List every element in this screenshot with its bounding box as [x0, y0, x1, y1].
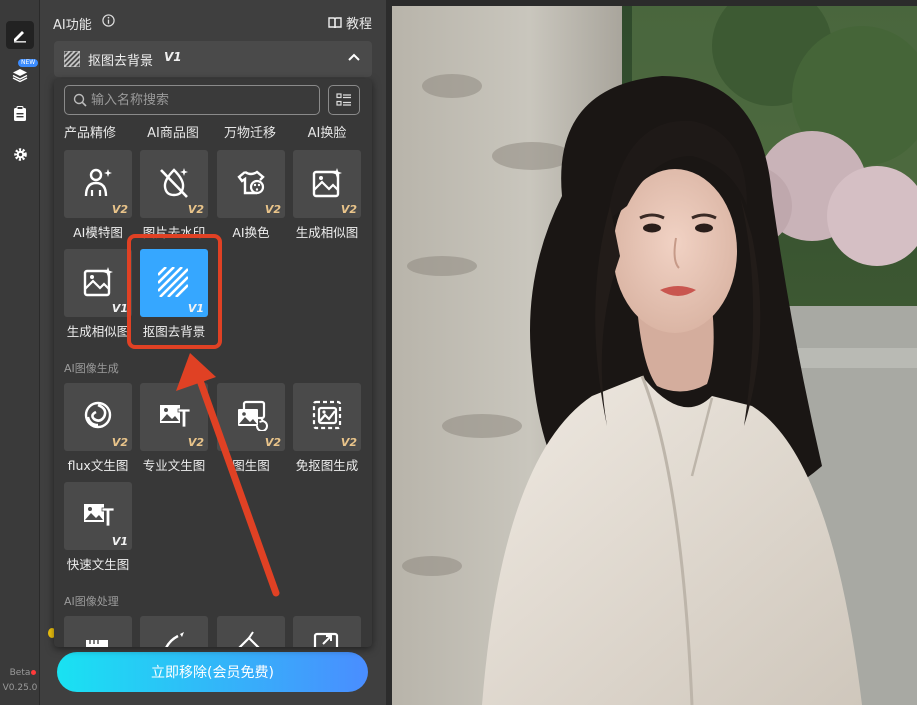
tile-similar-image-v1[interactable]: V1 [64, 249, 132, 317]
portrait-photo [392, 6, 917, 705]
version-badge: V2 [264, 203, 281, 216]
feature-dropdown: 产品精修 AI商品图 万物迁移 AI换脸 V2 V2 V2 V2 AI模特图 图… [54, 79, 372, 647]
version-badge: V1 [111, 535, 128, 548]
image-sparkle-icon [312, 168, 342, 198]
beta-dot [31, 670, 36, 675]
panel-header: AI功能 教程 [40, 0, 386, 40]
chevron-up-icon[interactable] [348, 52, 360, 62]
tile-no-cutout-generation[interactable]: V2 [293, 383, 361, 451]
tile-label-quick-text-to-image: 快速文生图 [66, 557, 130, 572]
tile-processing-4[interactable] [293, 616, 361, 647]
version-label: V0.25.0 [2, 683, 38, 693]
canvas-image[interactable] [392, 6, 917, 705]
tutorial-label: 教程 [345, 17, 372, 32]
version-badge: V2 [340, 203, 357, 216]
tile-label-flux-text-to-image: flux文生图 [67, 458, 129, 473]
tile-label-similar-image-v2: 生成相似图 [295, 225, 359, 240]
tile-similar-image-v2[interactable]: V2 [293, 150, 361, 218]
tile-ai-model[interactable]: V2 [64, 150, 132, 218]
image-text-icon [160, 405, 191, 428]
feature-label: 抠图去背景 [88, 54, 154, 69]
info-icon[interactable] [102, 14, 115, 27]
version-badge: V1 [111, 302, 128, 315]
tile-label-pro-text-to-image: 专业文生图 [142, 458, 206, 473]
version-badge: V2 [264, 436, 281, 449]
search-icon [73, 93, 87, 107]
tile-label-image-to-image: 图生图 [232, 458, 270, 473]
stripes-icon [64, 51, 80, 67]
version-badge: V2 [111, 203, 128, 216]
category-product-retouch[interactable]: 产品精修 [54, 122, 128, 141]
book-icon [328, 16, 342, 28]
layers-icon [12, 69, 28, 83]
tile-processing-2[interactable] [140, 616, 208, 647]
tile-flux-text-to-image[interactable]: V2 [64, 383, 132, 451]
clipboard-tool-button[interactable] [6, 100, 34, 128]
image-text-icon [84, 504, 115, 527]
tile-ai-recolor[interactable]: V2 [217, 150, 285, 218]
tile-image-to-image[interactable]: V2 [217, 383, 285, 451]
image-to-image-icon [238, 400, 268, 431]
feature-version: V1 [164, 50, 182, 64]
tile-pro-text-to-image[interactable]: V2 [140, 383, 208, 451]
clipboard-icon [14, 106, 26, 121]
tile-remove-watermark[interactable]: V2 [140, 150, 208, 218]
feature-selector[interactable]: 抠图去背景 V1 [54, 41, 372, 77]
version-badge: V2 [187, 203, 204, 216]
tile-label-no-cutout-generation: 免抠图生成 [295, 458, 359, 473]
gear-icon [13, 147, 27, 161]
new-badge: NEW [18, 59, 39, 67]
category-object-migration[interactable]: 万物迁移 [212, 122, 288, 141]
left-toolbar: NEW Beta V0.25.0 [0, 0, 40, 705]
no-watermark-icon [160, 168, 188, 198]
tile-processing-3[interactable] [217, 616, 285, 647]
swirl-icon [84, 401, 112, 429]
ruler-icon [86, 640, 108, 647]
image-sparkle-icon [83, 267, 113, 297]
triangle-icon [238, 631, 260, 647]
panel-title: AI功能 [53, 18, 92, 33]
person-sparkle-icon [84, 168, 112, 197]
tile-label-ai-recolor: AI换色 [232, 225, 270, 240]
tile-quick-text-to-image[interactable]: V1 [64, 482, 132, 550]
tile-processing-1[interactable] [64, 616, 132, 647]
tutorial-link[interactable]: 教程 [328, 13, 372, 32]
dashed-image-icon [312, 400, 342, 430]
highlight-box [127, 234, 222, 349]
list-view-button[interactable] [328, 85, 360, 115]
search-input[interactable] [91, 90, 311, 110]
expand-icon [313, 632, 339, 647]
version-badge: V2 [111, 436, 128, 449]
shirt-palette-icon [237, 170, 265, 195]
brush-icon [165, 632, 184, 647]
category-ai-face-swap[interactable]: AI换脸 [289, 122, 365, 141]
section-title-processing: AI图像处理 [64, 595, 119, 608]
category-ai-product-image[interactable]: AI商品图 [135, 122, 211, 141]
version-badge: V2 [187, 436, 204, 449]
search-box[interactable] [64, 85, 320, 115]
list-icon [336, 93, 351, 106]
remove-now-button[interactable]: 立即移除(会员免费) [57, 652, 368, 692]
pencil-icon [14, 31, 26, 43]
version-badge: V2 [340, 436, 357, 449]
edit-tool-button[interactable] [6, 21, 34, 49]
section-title-generation: AI图像生成 [64, 362, 119, 375]
settings-tool-button[interactable] [6, 140, 34, 168]
